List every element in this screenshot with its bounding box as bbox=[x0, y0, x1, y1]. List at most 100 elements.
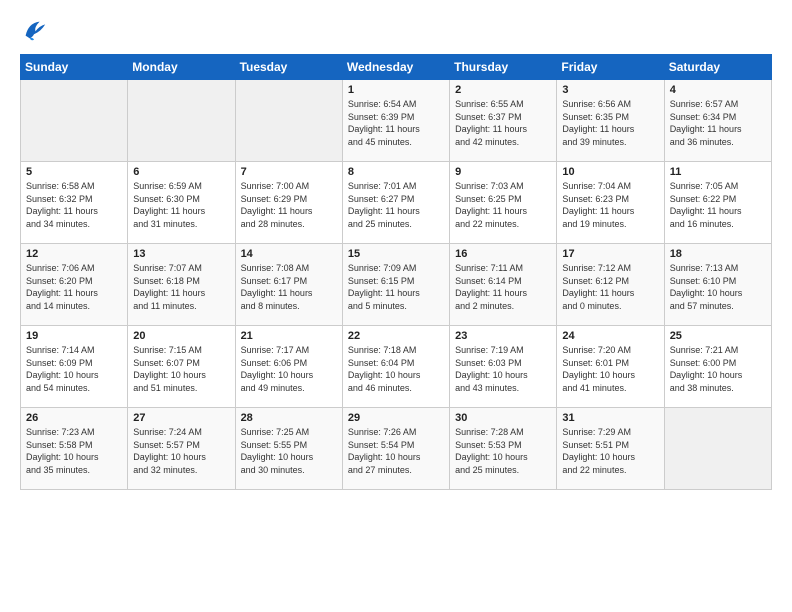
calendar-cell: 10 Sunrise: 7:04 AM Sunset: 6:23 PM Dayli… bbox=[557, 162, 664, 244]
calendar-cell: 8 Sunrise: 7:01 AM Sunset: 6:27 PM Daylig… bbox=[342, 162, 449, 244]
calendar-cell: 18 Sunrise: 7:13 AM Sunset: 6:10 PM Dayli… bbox=[664, 244, 771, 326]
calendar-cell: 12 Sunrise: 7:06 AM Sunset: 6:20 PM Dayli… bbox=[21, 244, 128, 326]
day-info: Sunrise: 7:23 AM Sunset: 5:58 PM Dayligh… bbox=[26, 426, 122, 476]
day-info: Sunrise: 7:17 AM Sunset: 6:06 PM Dayligh… bbox=[241, 344, 337, 394]
day-info: Sunrise: 7:14 AM Sunset: 6:09 PM Dayligh… bbox=[26, 344, 122, 394]
day-number: 13 bbox=[133, 248, 229, 260]
day-info: Sunrise: 7:18 AM Sunset: 6:04 PM Dayligh… bbox=[348, 344, 444, 394]
day-info: Sunrise: 7:09 AM Sunset: 6:15 PM Dayligh… bbox=[348, 262, 444, 312]
day-info: Sunrise: 7:20 AM Sunset: 6:01 PM Dayligh… bbox=[562, 344, 658, 394]
day-info: Sunrise: 7:03 AM Sunset: 6:25 PM Dayligh… bbox=[455, 180, 551, 230]
day-number: 14 bbox=[241, 248, 337, 260]
day-number: 28 bbox=[241, 412, 337, 424]
day-number: 29 bbox=[348, 412, 444, 424]
day-number: 30 bbox=[455, 412, 551, 424]
calendar-cell bbox=[664, 408, 771, 490]
logo bbox=[20, 16, 52, 44]
day-info: Sunrise: 6:54 AM Sunset: 6:39 PM Dayligh… bbox=[348, 98, 444, 148]
day-number: 1 bbox=[348, 84, 444, 96]
day-info: Sunrise: 7:04 AM Sunset: 6:23 PM Dayligh… bbox=[562, 180, 658, 230]
day-info: Sunrise: 6:59 AM Sunset: 6:30 PM Dayligh… bbox=[133, 180, 229, 230]
day-info: Sunrise: 7:24 AM Sunset: 5:57 PM Dayligh… bbox=[133, 426, 229, 476]
calendar-cell: 23Sunrise: 7:19 AM Sunset: 6:03 PM Dayli… bbox=[450, 326, 557, 408]
day-info: Sunrise: 7:05 AM Sunset: 6:22 PM Dayligh… bbox=[670, 180, 766, 230]
day-info: Sunrise: 7:13 AM Sunset: 6:10 PM Dayligh… bbox=[670, 262, 766, 312]
day-info: Sunrise: 7:01 AM Sunset: 6:27 PM Dayligh… bbox=[348, 180, 444, 230]
calendar-cell: 3 Sunrise: 6:56 AM Sunset: 6:35 PM Daylig… bbox=[557, 80, 664, 162]
day-number: 18 bbox=[670, 248, 766, 260]
calendar-cell bbox=[128, 80, 235, 162]
day-info: Sunrise: 6:56 AM Sunset: 6:35 PM Dayligh… bbox=[562, 98, 658, 148]
day-number: 23 bbox=[455, 330, 551, 342]
day-number: 10 bbox=[562, 166, 658, 178]
day-number: 3 bbox=[562, 84, 658, 96]
day-number: 9 bbox=[455, 166, 551, 178]
day-number: 22 bbox=[348, 330, 444, 342]
calendar-cell: 26Sunrise: 7:23 AM Sunset: 5:58 PM Dayli… bbox=[21, 408, 128, 490]
day-info: Sunrise: 7:25 AM Sunset: 5:55 PM Dayligh… bbox=[241, 426, 337, 476]
calendar-header-row: SundayMondayTuesdayWednesdayThursdayFrid… bbox=[21, 55, 772, 80]
calendar-week-3: 12 Sunrise: 7:06 AM Sunset: 6:20 PM Dayli… bbox=[21, 244, 772, 326]
day-number: 31 bbox=[562, 412, 658, 424]
page-header bbox=[20, 16, 772, 44]
calendar-table: SundayMondayTuesdayWednesdayThursdayFrid… bbox=[20, 54, 772, 490]
calendar-cell: 21Sunrise: 7:17 AM Sunset: 6:06 PM Dayli… bbox=[235, 326, 342, 408]
day-number: 25 bbox=[670, 330, 766, 342]
day-header-wednesday: Wednesday bbox=[342, 55, 449, 80]
logo-bird-icon bbox=[20, 16, 48, 44]
day-info: Sunrise: 7:12 AM Sunset: 6:12 PM Dayligh… bbox=[562, 262, 658, 312]
day-header-monday: Monday bbox=[128, 55, 235, 80]
calendar-cell: 14 Sunrise: 7:08 AM Sunset: 6:17 PM Dayli… bbox=[235, 244, 342, 326]
calendar-cell: 24 Sunrise: 7:20 AM Sunset: 6:01 PM Dayli… bbox=[557, 326, 664, 408]
calendar-week-2: 5Sunrise: 6:58 AM Sunset: 6:32 PM Daylig… bbox=[21, 162, 772, 244]
day-header-sunday: Sunday bbox=[21, 55, 128, 80]
day-number: 19 bbox=[26, 330, 122, 342]
day-number: 27 bbox=[133, 412, 229, 424]
day-info: Sunrise: 7:21 AM Sunset: 6:00 PM Dayligh… bbox=[670, 344, 766, 394]
day-number: 17 bbox=[562, 248, 658, 260]
calendar-cell: 20 Sunrise: 7:15 AM Sunset: 6:07 PM Dayli… bbox=[128, 326, 235, 408]
calendar-cell: 30 Sunrise: 7:28 AM Sunset: 5:53 PM Dayli… bbox=[450, 408, 557, 490]
calendar-cell: 11Sunrise: 7:05 AM Sunset: 6:22 PM Dayli… bbox=[664, 162, 771, 244]
day-info: Sunrise: 7:07 AM Sunset: 6:18 PM Dayligh… bbox=[133, 262, 229, 312]
day-info: Sunrise: 7:26 AM Sunset: 5:54 PM Dayligh… bbox=[348, 426, 444, 476]
day-number: 20 bbox=[133, 330, 229, 342]
day-info: Sunrise: 7:15 AM Sunset: 6:07 PM Dayligh… bbox=[133, 344, 229, 394]
calendar-cell: 25 Sunrise: 7:21 AM Sunset: 6:00 PM Dayli… bbox=[664, 326, 771, 408]
calendar-cell: 31 Sunrise: 7:29 AM Sunset: 5:51 PM Dayli… bbox=[557, 408, 664, 490]
day-header-thursday: Thursday bbox=[450, 55, 557, 80]
day-number: 24 bbox=[562, 330, 658, 342]
day-number: 4 bbox=[670, 84, 766, 96]
calendar-cell: 28 Sunrise: 7:25 AM Sunset: 5:55 PM Dayli… bbox=[235, 408, 342, 490]
day-number: 5 bbox=[26, 166, 122, 178]
day-info: Sunrise: 7:11 AM Sunset: 6:14 PM Dayligh… bbox=[455, 262, 551, 312]
day-header-tuesday: Tuesday bbox=[235, 55, 342, 80]
day-header-saturday: Saturday bbox=[664, 55, 771, 80]
day-number: 8 bbox=[348, 166, 444, 178]
day-info: Sunrise: 7:06 AM Sunset: 6:20 PM Dayligh… bbox=[26, 262, 122, 312]
day-info: Sunrise: 6:55 AM Sunset: 6:37 PM Dayligh… bbox=[455, 98, 551, 148]
calendar-week-5: 26Sunrise: 7:23 AM Sunset: 5:58 PM Dayli… bbox=[21, 408, 772, 490]
page-container: SundayMondayTuesdayWednesdayThursdayFrid… bbox=[0, 0, 792, 500]
calendar-cell: 9 Sunrise: 7:03 AM Sunset: 6:25 PM Daylig… bbox=[450, 162, 557, 244]
calendar-cell: 7 Sunrise: 7:00 AM Sunset: 6:29 PM Daylig… bbox=[235, 162, 342, 244]
calendar-cell: 27 Sunrise: 7:24 AM Sunset: 5:57 PM Dayli… bbox=[128, 408, 235, 490]
calendar-cell: 2 Sunrise: 6:55 AM Sunset: 6:37 PM Daylig… bbox=[450, 80, 557, 162]
calendar-cell: 15Sunrise: 7:09 AM Sunset: 6:15 PM Dayli… bbox=[342, 244, 449, 326]
calendar-cell: 6Sunrise: 6:59 AM Sunset: 6:30 PM Daylig… bbox=[128, 162, 235, 244]
day-info: Sunrise: 7:29 AM Sunset: 5:51 PM Dayligh… bbox=[562, 426, 658, 476]
day-info: Sunrise: 7:08 AM Sunset: 6:17 PM Dayligh… bbox=[241, 262, 337, 312]
calendar-week-1: 1 Sunrise: 6:54 AM Sunset: 6:39 PM Daylig… bbox=[21, 80, 772, 162]
day-number: 2 bbox=[455, 84, 551, 96]
calendar-cell bbox=[235, 80, 342, 162]
calendar-cell: 17 Sunrise: 7:12 AM Sunset: 6:12 PM Dayli… bbox=[557, 244, 664, 326]
calendar-cell: 29 Sunrise: 7:26 AM Sunset: 5:54 PM Dayli… bbox=[342, 408, 449, 490]
day-info: Sunrise: 7:28 AM Sunset: 5:53 PM Dayligh… bbox=[455, 426, 551, 476]
day-number: 16 bbox=[455, 248, 551, 260]
calendar-cell: 5Sunrise: 6:58 AM Sunset: 6:32 PM Daylig… bbox=[21, 162, 128, 244]
day-number: 7 bbox=[241, 166, 337, 178]
day-info: Sunrise: 7:00 AM Sunset: 6:29 PM Dayligh… bbox=[241, 180, 337, 230]
day-number: 12 bbox=[26, 248, 122, 260]
calendar-cell: 19 Sunrise: 7:14 AM Sunset: 6:09 PM Dayli… bbox=[21, 326, 128, 408]
calendar-cell: 4Sunrise: 6:57 AM Sunset: 6:34 PM Daylig… bbox=[664, 80, 771, 162]
